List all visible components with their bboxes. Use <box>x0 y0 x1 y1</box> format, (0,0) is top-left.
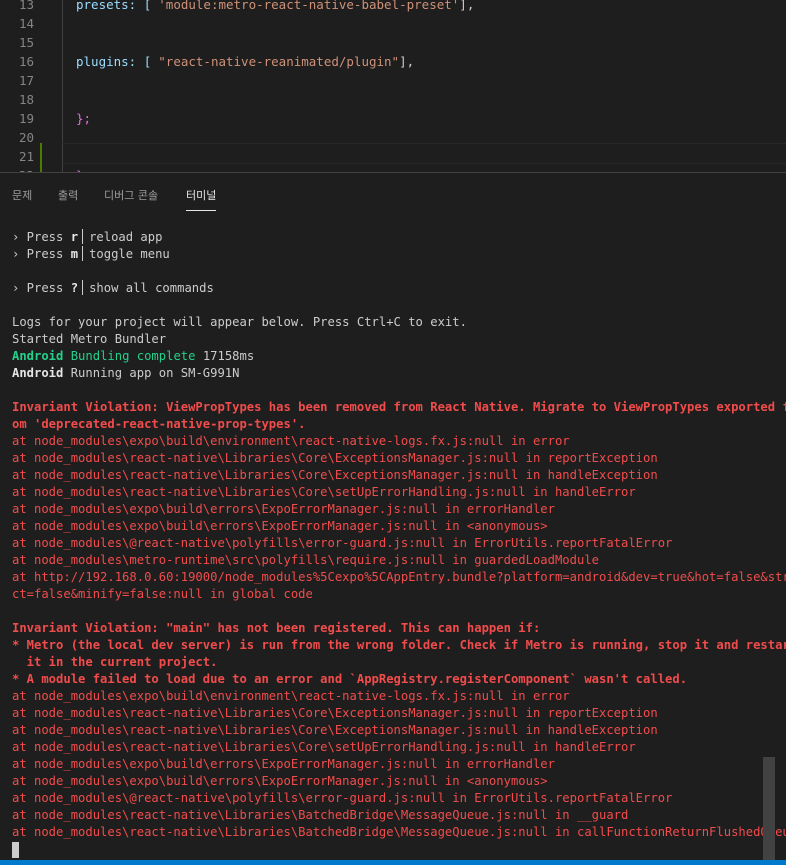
tab-debug-console[interactable]: 디버그 콘솔 <box>104 187 158 203</box>
tab-terminal[interactable]: 터미널 <box>186 187 217 211</box>
line-number: 14 <box>18 16 34 31</box>
terminal-scrollbar[interactable] <box>763 757 775 860</box>
code-text: }; <box>76 111 92 126</box>
code-line: 13 presets: ['module:metro-react-native-b… <box>0 0 786 14</box>
command-hint-reload: › Press r reload app <box>12 229 163 244</box>
line-number: 18 <box>18 92 34 107</box>
stack-trace-line: at node_modules\@react-native\polyfills\… <box>12 791 673 805</box>
stack-trace-line: at node_modules\expo\build\errors\ExpoEr… <box>12 519 548 533</box>
code-line: 16 plugins: ["react-native-reanimated/plu… <box>0 52 786 71</box>
logs-intro: Logs for your project will appear below.… <box>12 315 467 329</box>
stack-trace-line: at node_modules\@react-native\polyfills\… <box>12 536 673 550</box>
status-bar <box>0 860 786 865</box>
terminal-output[interactable]: › Press r reload app › Press m toggle menu… <box>0 212 786 860</box>
error-heading: * Metro (the local dev server) is run fr… <box>12 638 786 652</box>
code-line: 17 <box>0 71 786 90</box>
stack-trace-line: at node_modules\expo\build\errors\ExpoEr… <box>12 774 548 788</box>
code-line: 21 <box>0 147 786 166</box>
code-line: 19}; <box>0 109 786 128</box>
stack-trace-line: ct=false&minify=false:null in global cod… <box>12 587 313 601</box>
code-line: 18 <box>0 90 786 109</box>
stack-trace-line: at node_modules\react-native\Libraries\C… <box>12 740 636 754</box>
stack-trace-line: at node_modules\expo\build\environment\r… <box>12 689 570 703</box>
code-line: 20 <box>0 128 786 147</box>
stack-trace-line: at node_modules\react-native\Libraries\C… <box>12 485 636 499</box>
stack-trace-line: at node_modules\react-native\Libraries\C… <box>12 706 658 720</box>
stack-trace-line: at node_modules\metro-runtime\src\polyfi… <box>12 553 599 567</box>
stack-trace-line: at node_modules\react-native\Libraries\B… <box>12 808 629 822</box>
stack-trace-line: at node_modules\react-native\Libraries\C… <box>12 723 658 737</box>
code-text: plugins: ["react-native-reanimated/plugi… <box>76 54 415 69</box>
line-number: 15 <box>18 35 34 50</box>
running-status: Android Running app on SM-G991N <box>12 366 240 380</box>
error-heading: Invariant Violation: ViewPropTypes has b… <box>12 400 786 414</box>
stack-trace-line: at node_modules\react-native\Libraries\C… <box>12 468 658 482</box>
error-heading: Invariant Violation: "main" has not been… <box>12 621 541 635</box>
error-heading-cont: om 'deprecated-react-native-prop-types'. <box>12 417 306 431</box>
line-number: 20 <box>18 130 34 145</box>
line-number: 19 <box>18 111 34 126</box>
tab-output[interactable]: 출력 <box>58 187 78 203</box>
error-heading: * A module failed to load due to an erro… <box>12 672 688 686</box>
metro-started: Started Metro Bundler <box>12 332 167 346</box>
command-hint-menu: › Press m toggle menu <box>12 246 170 261</box>
error-heading: it in the current project. <box>12 655 218 669</box>
stack-trace-line: at node_modules\expo\build\environment\r… <box>12 434 570 448</box>
code-text: presets: ['module:metro-react-native-bab… <box>76 0 475 12</box>
code-line: 14 <box>0 14 786 33</box>
code-editor[interactable]: 13 presets: ['module:metro-react-native-b… <box>0 0 786 172</box>
terminal-cursor <box>12 842 19 858</box>
stack-trace-line: at node_modules\expo\build\errors\ExpoEr… <box>12 757 555 771</box>
panel-tab-bar: 문제 출력 디버그 콘솔 터미널 <box>0 172 786 213</box>
line-number: 16 <box>18 54 34 69</box>
stack-trace-line: at node_modules\react-native\Libraries\C… <box>12 451 658 465</box>
command-hint-all: › Press ? show all commands <box>12 280 214 295</box>
stack-trace-line: at node_modules\expo\build\errors\ExpoEr… <box>12 502 555 516</box>
tab-problems[interactable]: 문제 <box>12 187 32 203</box>
line-number: 21 <box>18 149 34 164</box>
bundling-status: Android Bundling complete 17158ms <box>12 349 255 363</box>
line-number: 17 <box>18 73 34 88</box>
line-number: 13 <box>18 0 34 12</box>
stack-trace-line: at http://192.168.0.60:19000/node_module… <box>12 570 786 584</box>
code-line: 15 <box>0 33 786 52</box>
stack-trace-line: at node_modules\react-native\Libraries\B… <box>12 825 786 839</box>
